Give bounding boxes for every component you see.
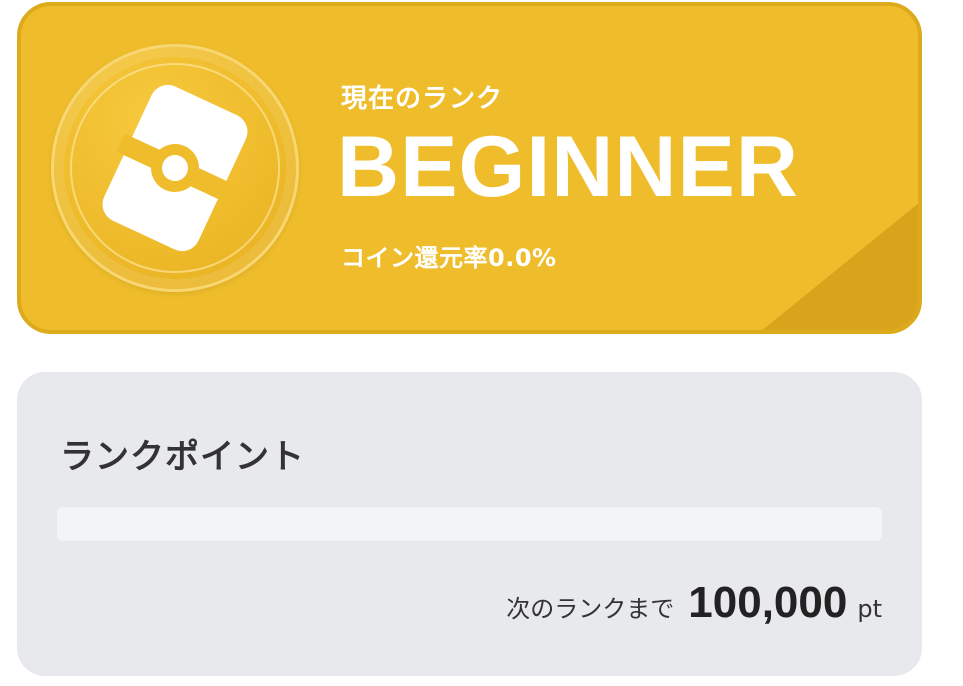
current-rank-caption: 現在のランク xyxy=(341,84,504,114)
next-rank-points-value: 100,000 xyxy=(688,578,848,627)
rank-points-card: ランクポイント 次のランクまで 100,000 pt xyxy=(17,372,922,676)
next-rank-info: 次のランクまで 100,000 pt xyxy=(506,578,882,628)
rank-card: 現在のランク BEGINNER コイン還元率0.0% xyxy=(17,2,922,334)
rank-points-title: ランクポイント xyxy=(60,437,305,477)
rank-emblem-icon xyxy=(102,84,248,252)
rank-card-corner-fold xyxy=(760,202,918,330)
next-rank-label: 次のランクまで xyxy=(506,595,675,623)
points-unit: pt xyxy=(857,595,882,623)
rank-progress-bar xyxy=(57,507,882,541)
rank-emblem xyxy=(51,44,299,292)
coin-return-rate: コイン還元率0.0% xyxy=(341,244,557,272)
current-rank-name: BEGINNER xyxy=(337,119,799,215)
